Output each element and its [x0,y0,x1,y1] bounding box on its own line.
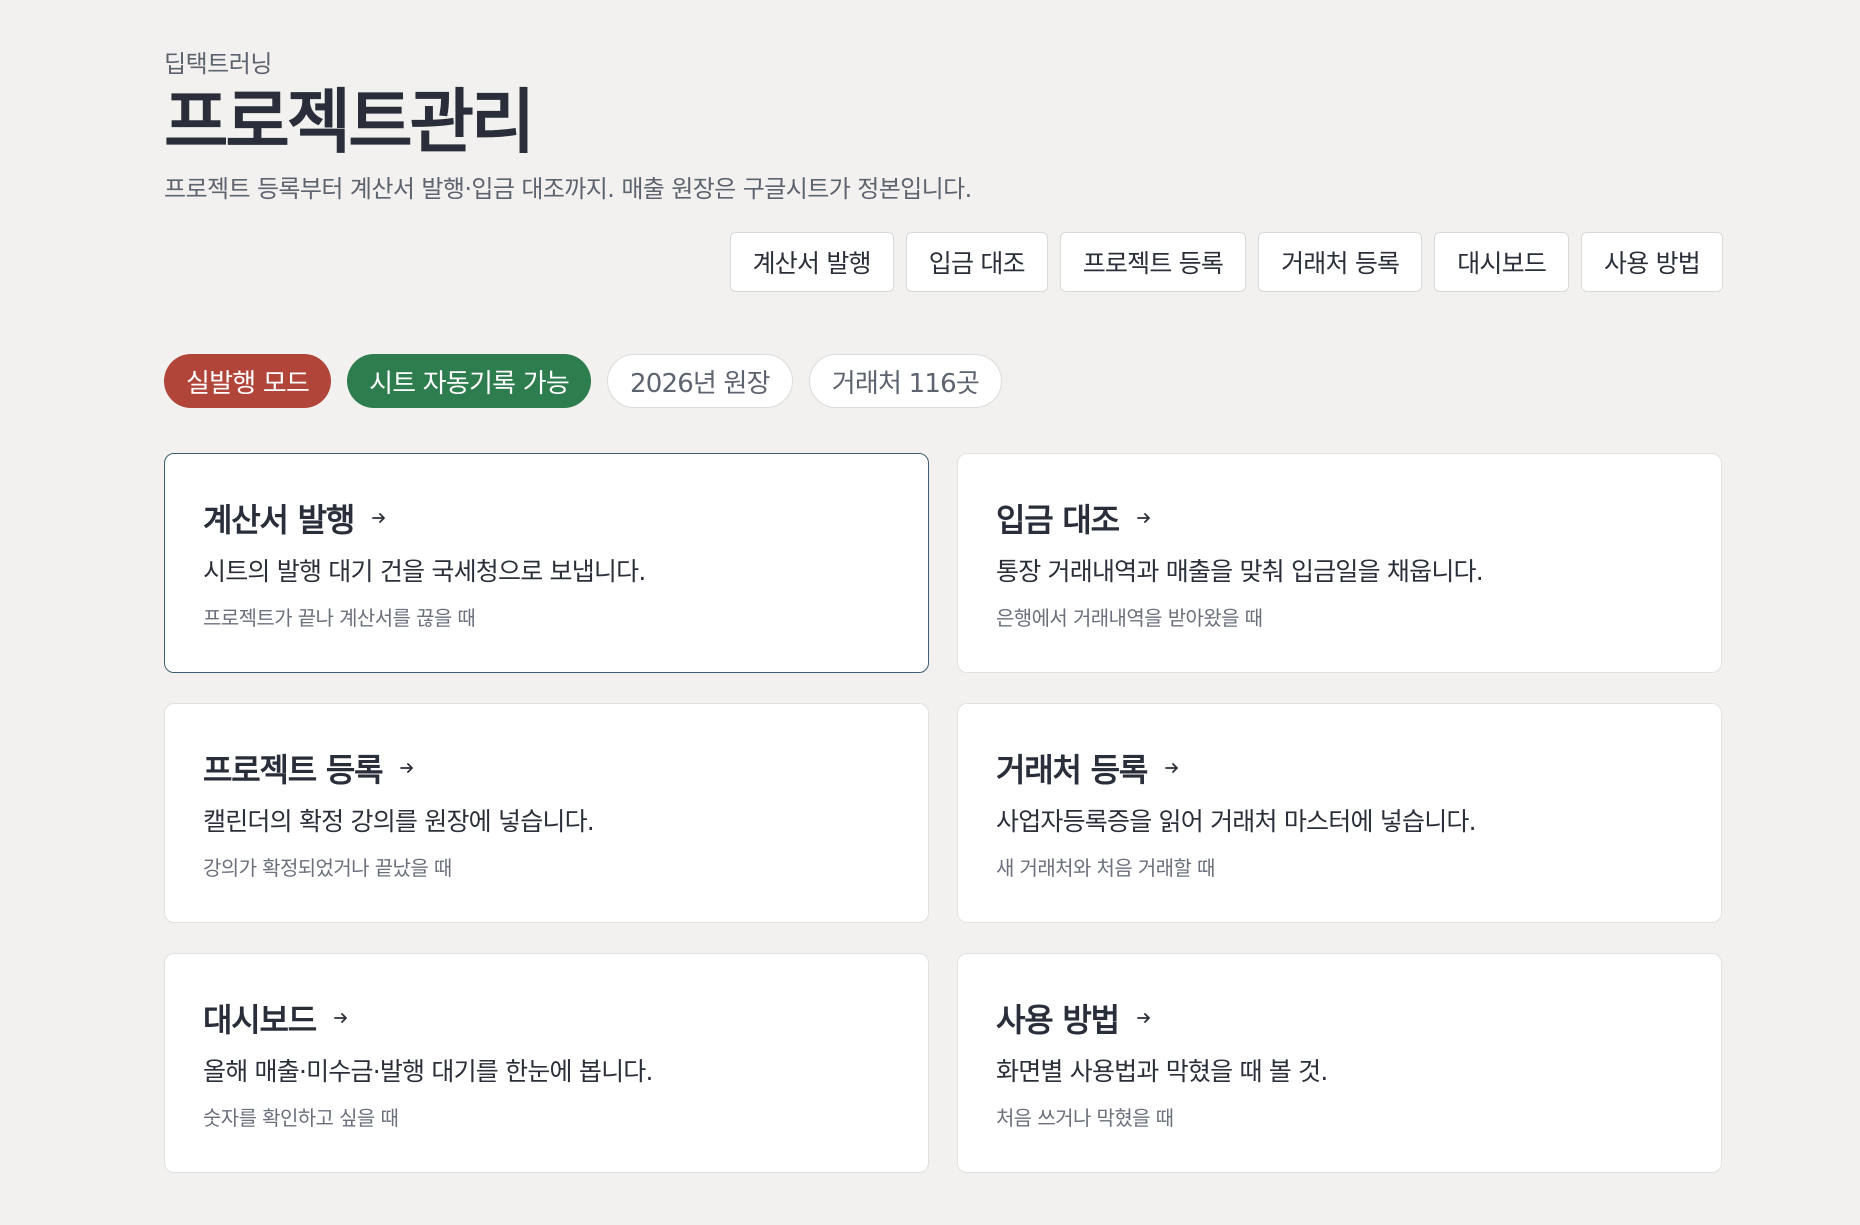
card-title: 대시보드 [203,1001,317,1039]
card-description: 사업자등록증을 읽어 거래처 마스터에 넣습니다. [996,807,1477,836]
arrow-right-icon [372,513,386,523]
card-description: 시트의 발행 대기 건을 국세청으로 보냅니다. [203,557,646,586]
card-description: 화면별 사용법과 막혔을 때 볼 것. [996,1057,1328,1086]
card-title-row: 프로젝트 등록 [203,746,890,790]
top-nav: 계산서 발행 입금 대조 프로젝트 등록 거래처 등록 대시보드 사용 방법 [729,232,1723,292]
page-subtitle: 프로젝트 등록부터 계산서 발행·입금 대조까지. 매출 원장은 구글시트가 정… [164,175,972,203]
card-title: 계산서 발행 [203,501,355,539]
ledger-year-badge: 2026년 원장 [606,354,793,408]
nav-button-client-register[interactable]: 거래처 등록 [1258,232,1423,292]
card-client-register[interactable]: 거래처 등록 사업자등록증을 읽어 거래처 마스터에 넣습니다. 새 거래처와 … [957,703,1722,923]
card-description: 캘린더의 확정 강의를 원장에 넣습니다. [203,807,595,836]
live-mode-badge: 실발행 모드 [164,354,332,408]
arrow-right-icon [1137,1013,1150,1023]
nav-button-deposit-matching[interactable]: 입금 대조 [905,232,1048,292]
nav-button-invoice[interactable]: 계산서 발행 [729,232,894,292]
card-hint: 은행에서 거래내역을 받아왔을 때 [996,606,1263,630]
page-header: 딥택트러닝 프로젝트관리 프로젝트 등록부터 계산서 발행·입금 대조까지. 매… [164,44,1724,204]
card-help[interactable]: 사용 방법 화면별 사용법과 막혔을 때 볼 것. 처음 쓰거나 막혔을 때 [957,953,1722,1173]
arrow-right-icon [334,1013,347,1023]
card-title-row: 계산서 발행 [203,496,890,540]
card-title-row: 대시보드 [203,996,890,1040]
sheet-autorecord-badge: 시트 자동기록 가능 [347,354,591,408]
card-dashboard[interactable]: 대시보드 올해 매출·미수금·발행 대기를 한눈에 봅니다. 숫자를 확인하고 … [164,953,929,1173]
card-hint: 프로젝트가 끝나 계산서를 끊을 때 [203,606,476,630]
nav-button-project-register[interactable]: 프로젝트 등록 [1059,232,1247,292]
arrow-right-icon [400,763,414,773]
card-description: 올해 매출·미수금·발행 대기를 한눈에 봅니다. [203,1057,653,1086]
card-title: 사용 방법 [996,1001,1120,1039]
card-title-row: 입금 대조 [996,496,1683,540]
feature-cards: 계산서 발행 시트의 발행 대기 건을 국세청으로 보냅니다. 프로젝트가 끝나… [164,453,1722,1173]
card-description: 통장 거래내역과 매출을 맞춰 입금일을 채웁니다. [996,557,1484,586]
nav-button-help[interactable]: 사용 방법 [1581,232,1723,292]
arrow-right-icon [1165,763,1179,773]
card-deposit-matching[interactable]: 입금 대조 통장 거래내역과 매출을 맞춰 입금일을 채웁니다. 은행에서 거래… [957,453,1722,673]
card-project-register[interactable]: 프로젝트 등록 캘린더의 확정 강의를 원장에 넣습니다. 강의가 확정되었거나… [164,703,929,923]
card-hint: 강의가 확정되었거나 끝났을 때 [203,856,452,880]
status-badges: 실발행 모드 시트 자동기록 가능 2026년 원장 거래처 116곳 [164,354,1002,408]
nav-button-dashboard[interactable]: 대시보드 [1434,232,1570,292]
card-title-row: 거래처 등록 [996,746,1683,790]
client-count-badge: 거래처 116곳 [808,354,1002,408]
card-invoice[interactable]: 계산서 발행 시트의 발행 대기 건을 국세청으로 보냅니다. 프로젝트가 끝나… [164,453,929,673]
card-hint: 처음 쓰거나 막혔을 때 [996,1106,1174,1130]
card-title: 프로젝트 등록 [203,751,384,789]
app-page: 딥택트러닝 프로젝트관리 프로젝트 등록부터 계산서 발행·입금 대조까지. 매… [0,0,1860,1225]
company-name: 딥택트러닝 [164,50,272,78]
card-title: 입금 대조 [996,501,1120,539]
card-hint: 숫자를 확인하고 싶을 때 [203,1106,399,1130]
page-title: 프로젝트관리 [164,81,535,163]
card-title-row: 사용 방법 [996,996,1683,1040]
card-hint: 새 거래처와 처음 거래할 때 [996,856,1215,880]
arrow-right-icon [1137,513,1150,523]
card-title: 거래처 등록 [996,751,1148,789]
